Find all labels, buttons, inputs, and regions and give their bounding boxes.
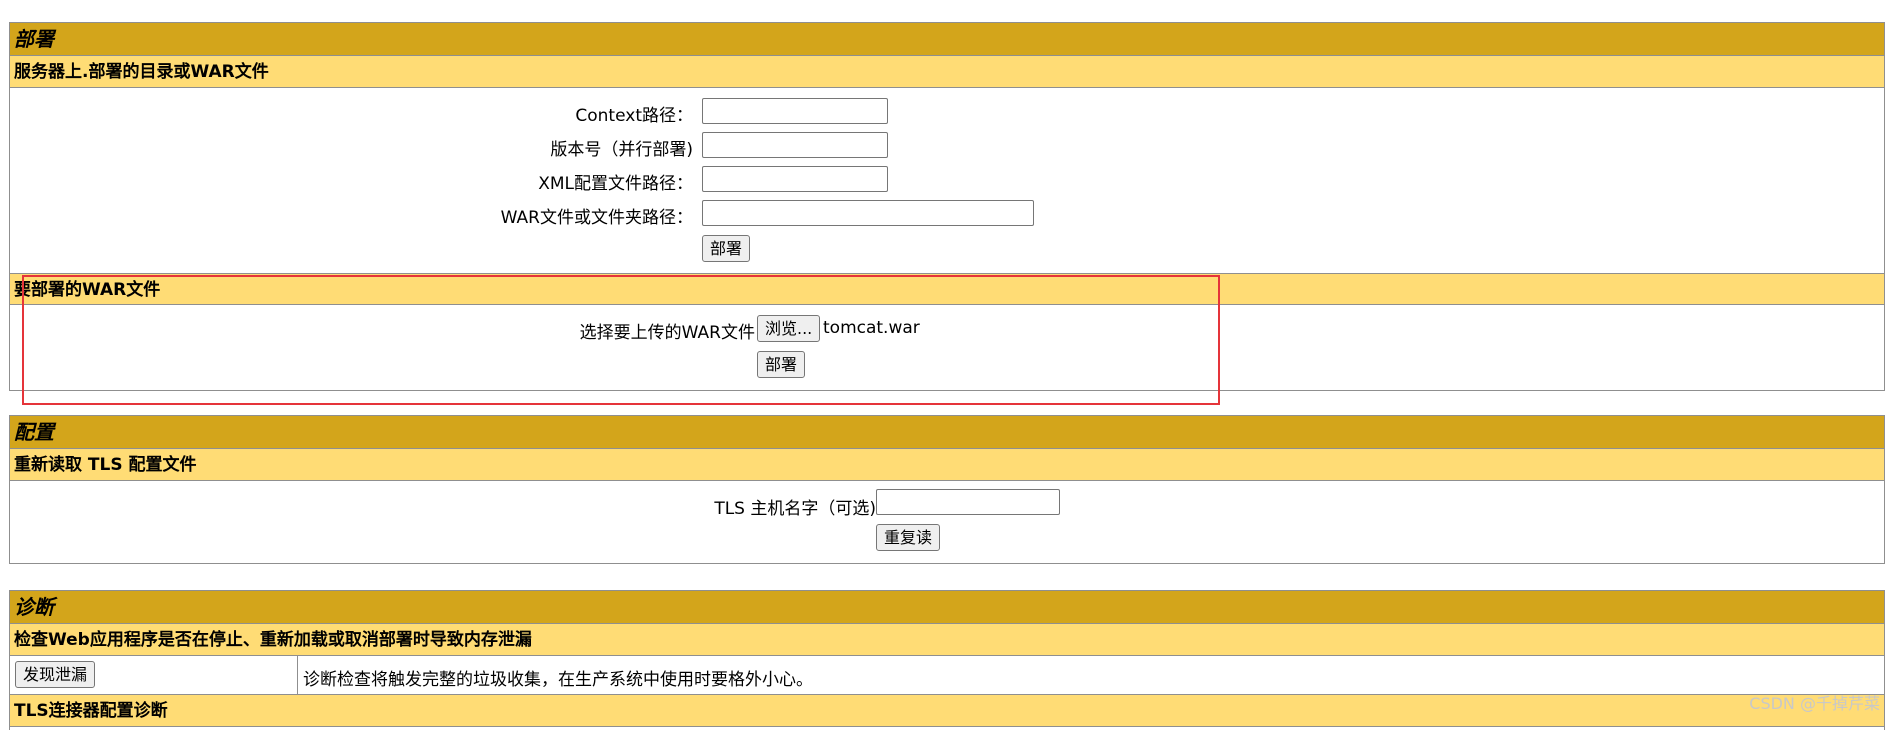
leak-description: 诊断检查将触发完整的垃圾收集，在生产系统中使用时要格外小心。 bbox=[303, 670, 813, 690]
server-deploy-button[interactable]: 部署 bbox=[702, 235, 751, 262]
upload-war-form: 选择要上传的WAR文件 浏览... tomcat.war 部署 bbox=[10, 305, 1884, 389]
context-path-label: Context路径： bbox=[575, 106, 693, 126]
diagnostics-section-title: 诊断 bbox=[10, 591, 1884, 624]
version-label: 版本号（并行部署) bbox=[550, 140, 693, 160]
tls-reload-button[interactable]: 重复读 bbox=[876, 524, 941, 551]
server-deploy-form: Context路径： 版本号（并行部署) XML配置文件路径： WAR文件或文件… bbox=[10, 88, 1884, 273]
tls-reload-subtitle: 重新读取 TLS 配置文件 bbox=[10, 449, 1884, 481]
upload-war-label: 选择要上传的WAR文件 bbox=[579, 323, 755, 343]
version-input[interactable] bbox=[702, 132, 888, 158]
upload-war-subtitle: 要部署的WAR文件 bbox=[10, 273, 1884, 305]
war-path-label: WAR文件或文件夹路径： bbox=[500, 208, 693, 228]
diagnostics-section: 诊断 检查Web应用程序是否在停止、重新加载或取消部署时导致内存泄漏 发现泄漏 … bbox=[9, 590, 1885, 730]
tls-host-label: TLS 主机名字（可选) bbox=[714, 499, 876, 519]
find-leaks-button[interactable]: 发现泄漏 bbox=[15, 661, 96, 688]
context-path-input[interactable] bbox=[702, 98, 888, 124]
xml-config-path-label: XML配置文件路径： bbox=[538, 174, 693, 194]
deploy-section: 部署 服务器上.部署的目录或WAR文件 Context路径： 版本号（并行部署)… bbox=[9, 22, 1885, 391]
tls-host-input[interactable] bbox=[876, 489, 1060, 515]
war-path-input[interactable] bbox=[702, 200, 1034, 226]
browse-button[interactable]: 浏览... bbox=[757, 315, 821, 342]
config-section: 配置 重新读取 TLS 配置文件 TLS 主机名字（可选) 重复读 bbox=[9, 415, 1885, 564]
memory-leak-subtitle: 检查Web应用程序是否在停止、重新加载或取消部署时导致内存泄漏 bbox=[10, 624, 1884, 656]
server-deploy-subtitle: 服务器上.部署的目录或WAR文件 bbox=[10, 56, 1884, 88]
config-section-title: 配置 bbox=[10, 416, 1884, 449]
upload-deploy-button[interactable]: 部署 bbox=[757, 351, 806, 378]
selected-file-name: tomcat.war bbox=[823, 318, 920, 338]
tls-reload-form: TLS 主机名字（可选) 重复读 bbox=[10, 481, 1884, 563]
find-leaks-row: 发现泄漏 诊断检查将触发完整的垃圾收集，在生产系统中使用时要格外小心。 bbox=[10, 656, 1884, 695]
tls-connector-diag-subtitle: TLS连接器配置诊断 bbox=[10, 695, 1884, 727]
deploy-section-title: 部署 bbox=[10, 23, 1884, 56]
xml-config-path-input[interactable] bbox=[702, 166, 888, 192]
watermark: CSDN @千掉芹菜 bbox=[1749, 694, 1880, 713]
find-leaks-cell: 发现泄漏 bbox=[10, 656, 298, 694]
